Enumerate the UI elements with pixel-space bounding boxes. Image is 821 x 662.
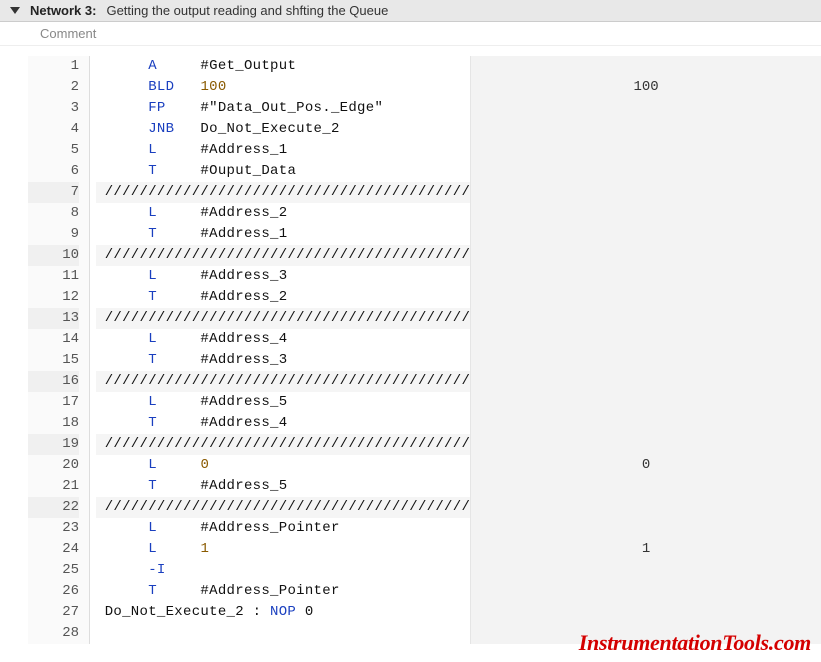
code-line: A #Get_Output bbox=[96, 56, 470, 77]
value-cell bbox=[471, 140, 821, 161]
line-number: 11 bbox=[28, 266, 79, 287]
code-line: L 1 bbox=[96, 539, 470, 560]
line-number: 19 bbox=[28, 434, 79, 455]
code-line: FP #"Data_Out_Pos._Edge" bbox=[96, 98, 470, 119]
line-number: 20 bbox=[28, 455, 79, 476]
code-line: T #Address_4 bbox=[96, 413, 470, 434]
value-cell bbox=[471, 308, 821, 329]
line-number: 14 bbox=[28, 329, 79, 350]
line-number: 22 bbox=[28, 497, 79, 518]
value-column: 100 0 1 bbox=[470, 56, 821, 644]
value-cell bbox=[471, 287, 821, 308]
value-cell bbox=[471, 56, 821, 77]
line-number: 1 bbox=[28, 56, 79, 77]
value-cell bbox=[471, 266, 821, 287]
code-line: L #Address_4 bbox=[96, 329, 470, 350]
code-line: ////////////////////////////////////////… bbox=[96, 497, 470, 518]
code-line: T #Address_1 bbox=[96, 224, 470, 245]
collapse-icon[interactable] bbox=[10, 7, 20, 14]
code-column[interactable]: A #Get_Output BLD 100 FP #"Data_Out_Pos.… bbox=[90, 56, 470, 644]
code-line: T #Ouput_Data bbox=[96, 161, 470, 182]
value-cell bbox=[471, 434, 821, 455]
code-line: L #Address_Pointer bbox=[96, 518, 470, 539]
line-number: 21 bbox=[28, 476, 79, 497]
line-number: 7 bbox=[28, 182, 79, 203]
code-line bbox=[96, 623, 470, 644]
value-cell: 0 bbox=[471, 455, 821, 476]
line-number: 18 bbox=[28, 413, 79, 434]
value-cell bbox=[471, 329, 821, 350]
network-title: Getting the output reading and shfting t… bbox=[106, 3, 388, 18]
value-cell bbox=[471, 497, 821, 518]
code-line: T #Address_5 bbox=[96, 476, 470, 497]
value-cell bbox=[471, 203, 821, 224]
value-cell bbox=[471, 161, 821, 182]
code-line: L #Address_1 bbox=[96, 140, 470, 161]
line-number: 9 bbox=[28, 224, 79, 245]
value-cell bbox=[471, 245, 821, 266]
value-cell bbox=[471, 602, 821, 623]
value-cell: 100 bbox=[471, 77, 821, 98]
code-line: ////////////////////////////////////////… bbox=[96, 434, 470, 455]
code-line: JNB Do_Not_Execute_2 bbox=[96, 119, 470, 140]
comment-field[interactable]: Comment bbox=[0, 22, 821, 46]
code-line: ////////////////////////////////////////… bbox=[96, 308, 470, 329]
line-number: 25 bbox=[28, 560, 79, 581]
value-cell bbox=[471, 371, 821, 392]
line-number: 3 bbox=[28, 98, 79, 119]
value-cell bbox=[471, 119, 821, 140]
value-cell bbox=[471, 392, 821, 413]
line-number: 5 bbox=[28, 140, 79, 161]
code-line: T #Address_2 bbox=[96, 287, 470, 308]
network-header: Network 3: Getting the output reading an… bbox=[0, 0, 821, 22]
line-number: 2 bbox=[28, 77, 79, 98]
value-cell bbox=[471, 350, 821, 371]
code-line: T #Address_3 bbox=[96, 350, 470, 371]
code-line: ////////////////////////////////////////… bbox=[96, 371, 470, 392]
code-line: L #Address_2 bbox=[96, 203, 470, 224]
line-number: 15 bbox=[28, 350, 79, 371]
line-number: 6 bbox=[28, 161, 79, 182]
code-line: T #Address_Pointer bbox=[96, 581, 470, 602]
value-cell: 1 bbox=[471, 539, 821, 560]
code-line: ////////////////////////////////////////… bbox=[96, 182, 470, 203]
line-number: 28 bbox=[28, 623, 79, 644]
line-number: 12 bbox=[28, 287, 79, 308]
code-line: BLD 100 bbox=[96, 77, 470, 98]
line-number: 27 bbox=[28, 602, 79, 623]
line-number: 16 bbox=[28, 371, 79, 392]
code-line: ////////////////////////////////////////… bbox=[96, 245, 470, 266]
value-cell bbox=[471, 98, 821, 119]
code-line: -I bbox=[96, 560, 470, 581]
watermark: InstrumentationTools.com bbox=[579, 630, 811, 656]
network-label: Network 3: bbox=[30, 3, 96, 18]
code-line: L #Address_3 bbox=[96, 266, 470, 287]
line-number: 23 bbox=[28, 518, 79, 539]
line-number: 4 bbox=[28, 119, 79, 140]
value-cell bbox=[471, 518, 821, 539]
code-area: 1234567891011121314151617181920212223242… bbox=[0, 56, 821, 644]
line-number: 10 bbox=[28, 245, 79, 266]
line-number: 26 bbox=[28, 581, 79, 602]
code-line: L #Address_5 bbox=[96, 392, 470, 413]
value-cell bbox=[471, 182, 821, 203]
line-number: 24 bbox=[28, 539, 79, 560]
line-gutter: 1234567891011121314151617181920212223242… bbox=[28, 56, 90, 644]
code-line: Do_Not_Execute_2 : NOP 0 bbox=[96, 602, 470, 623]
value-cell bbox=[471, 413, 821, 434]
value-cell bbox=[471, 476, 821, 497]
value-cell bbox=[471, 224, 821, 245]
code-line: L 0 bbox=[96, 455, 470, 476]
line-number: 8 bbox=[28, 203, 79, 224]
value-cell bbox=[471, 581, 821, 602]
line-number: 17 bbox=[28, 392, 79, 413]
value-cell bbox=[471, 560, 821, 581]
line-number: 13 bbox=[28, 308, 79, 329]
